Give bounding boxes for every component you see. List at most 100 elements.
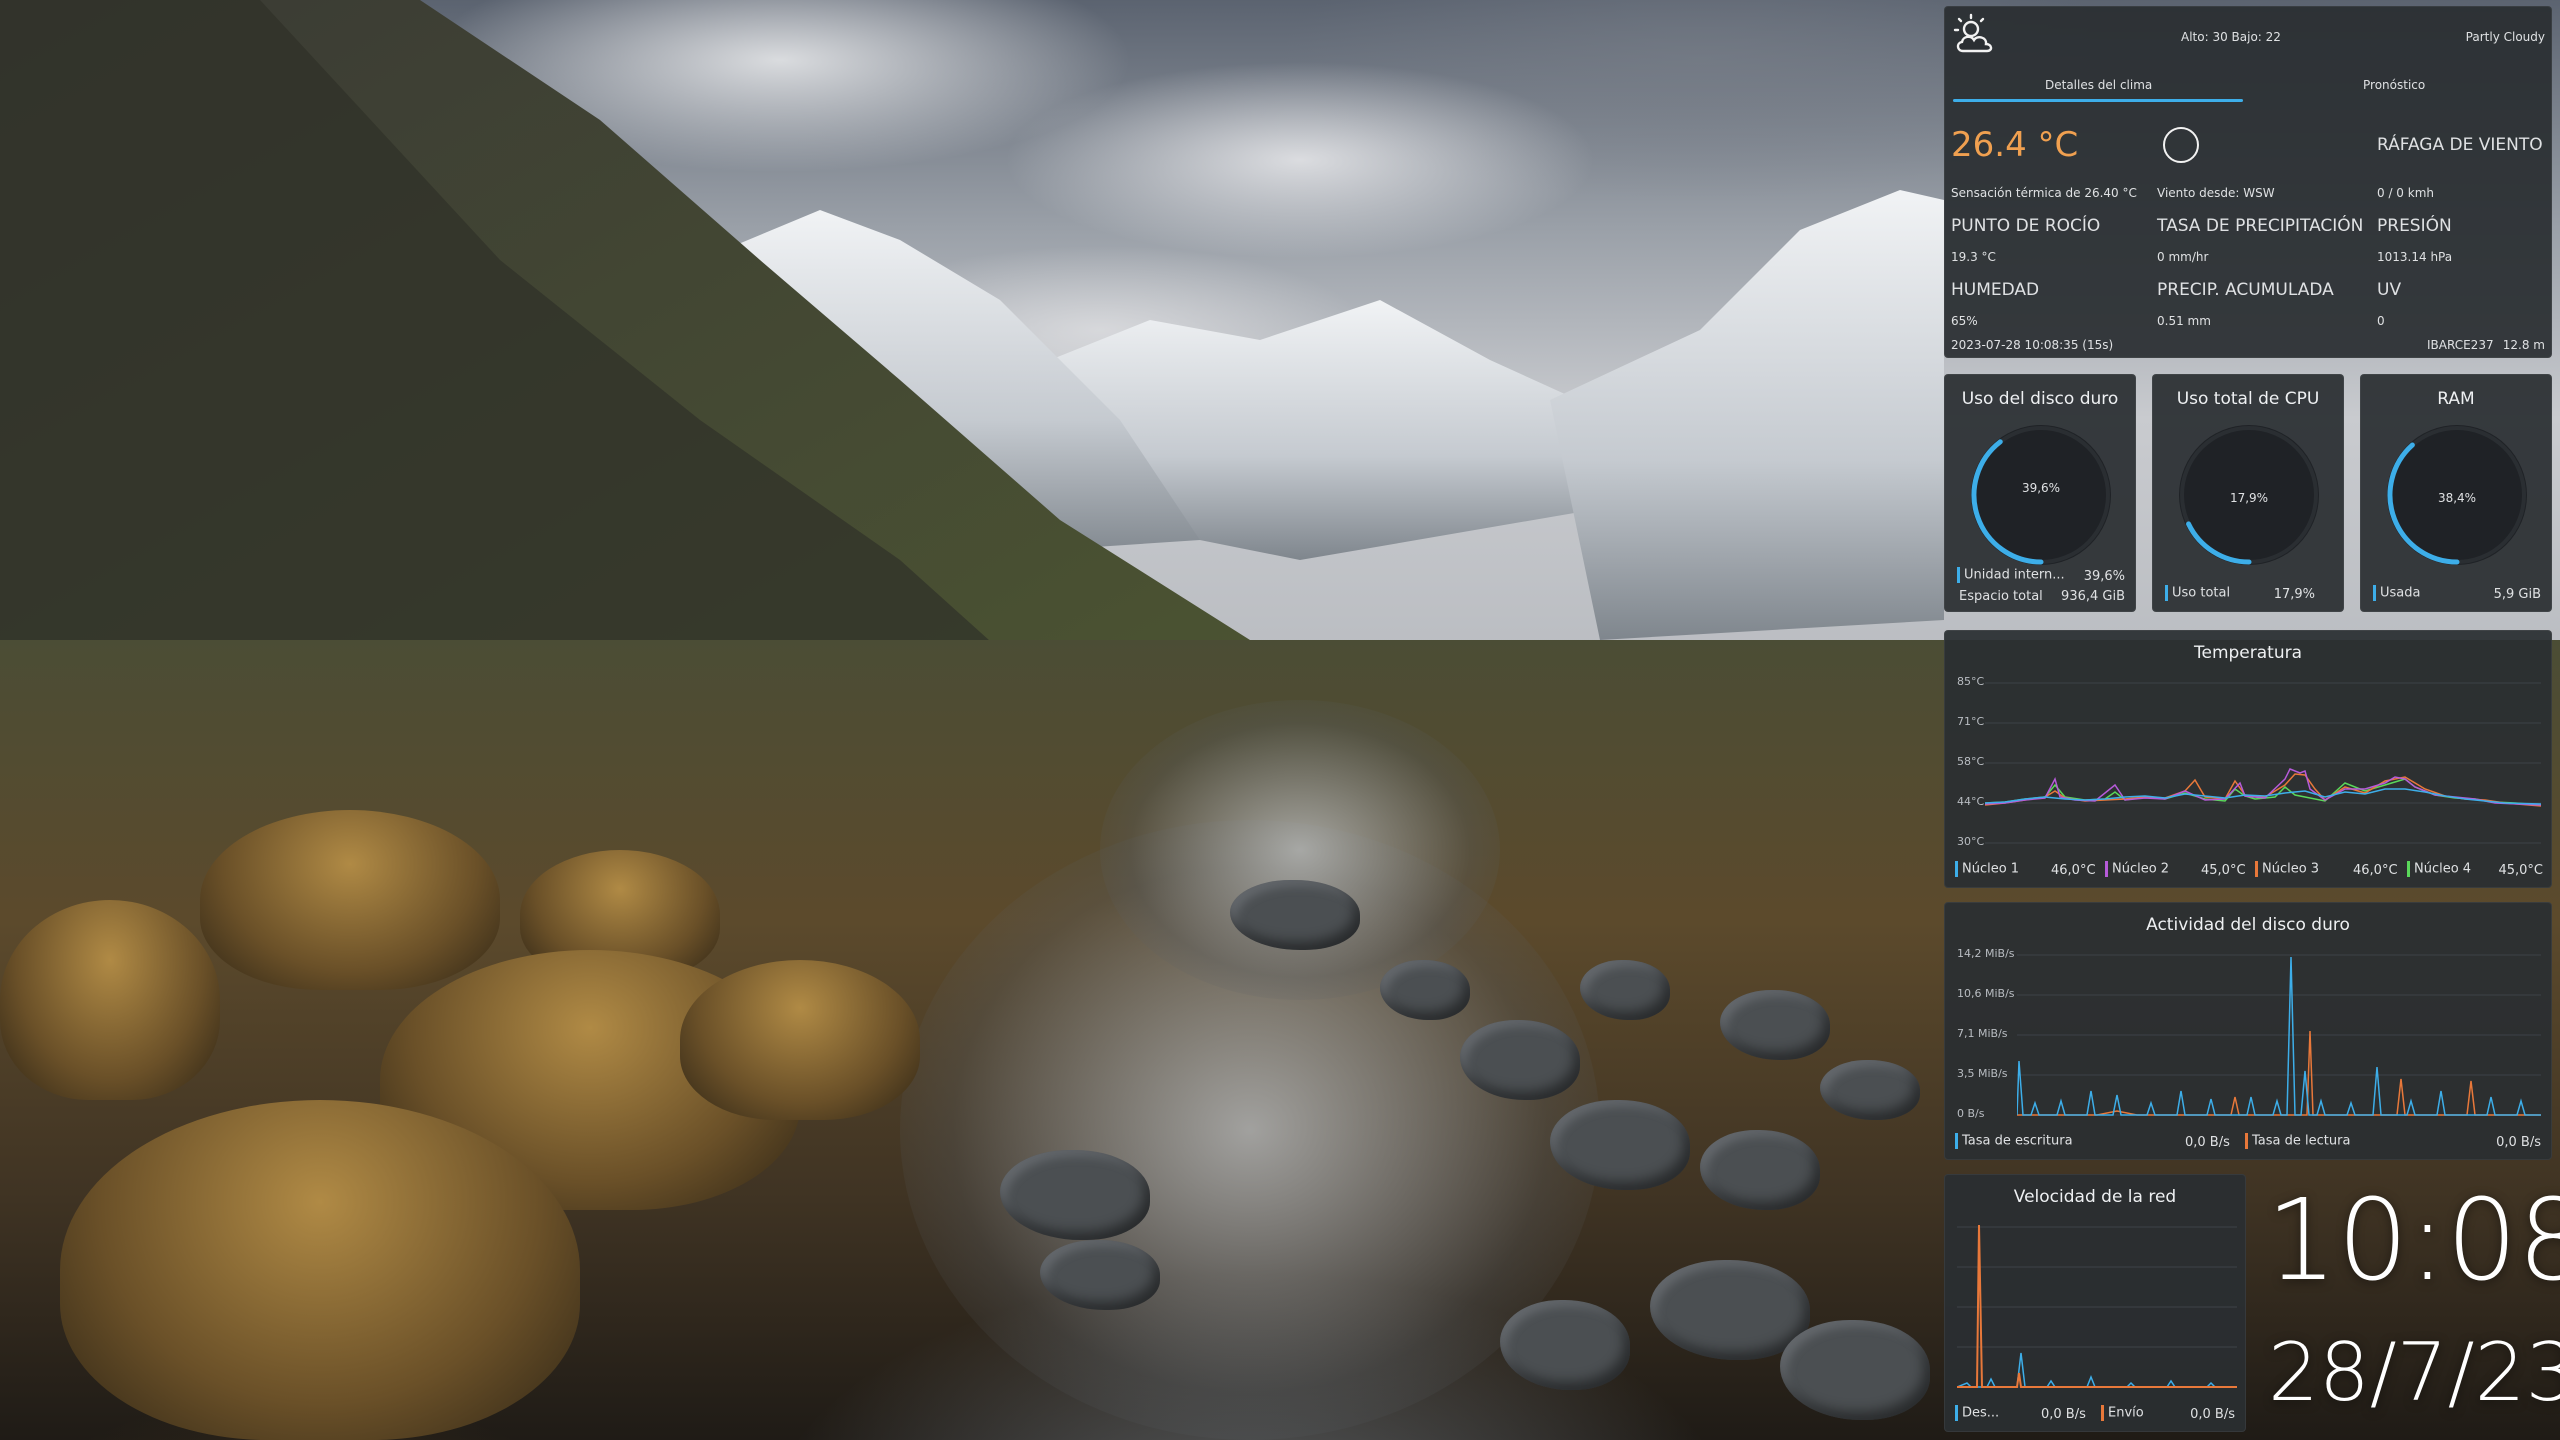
disk-activity-y-tick: 3,5 MiB/s bbox=[1957, 1067, 2008, 1080]
weather-temperature: 26.4 °C bbox=[1951, 125, 2079, 165]
legend-color-mark bbox=[2255, 861, 2258, 877]
weather-high-low: Alto: 30 Bajo: 22 bbox=[2181, 30, 2281, 44]
legend-color-mark bbox=[1955, 1133, 1958, 1149]
wind-direction-icon bbox=[2163, 127, 2199, 163]
legend-color-mark bbox=[2245, 1133, 2248, 1149]
legend-color-mark bbox=[2165, 585, 2168, 601]
disk-activity-plot bbox=[2017, 954, 2541, 1116]
uv-label: UV bbox=[2377, 280, 2402, 300]
ram-title: RAM bbox=[2437, 389, 2475, 409]
disk-drive-value: 39,6% bbox=[2083, 569, 2125, 584]
legend-label: Des... bbox=[1962, 1405, 2000, 1421]
temperature-y-tick: 44°C bbox=[1957, 795, 1985, 808]
network-upload-series bbox=[1957, 1224, 2237, 1388]
pressure-value: 1013.14 hPa bbox=[2377, 250, 2453, 264]
clock-date: 28/7/23 bbox=[2268, 1326, 2560, 1419]
clock-time: 10:08 bbox=[2266, 1176, 2560, 1306]
disk-total-label: Espacio total bbox=[1959, 589, 2043, 604]
disk-activity-y-tick: 10,6 MiB/s bbox=[1957, 987, 2015, 1000]
disk-activity-y-tick: 0 B/s bbox=[1957, 1107, 1985, 1120]
disk-activity-y-tick: 7,1 MiB/s bbox=[1957, 1027, 2008, 1040]
legend-color-mark bbox=[1957, 567, 1960, 583]
disk-activity-legend-read: Tasa de lectura bbox=[2245, 1133, 2350, 1149]
ram-used-value: 5,9 GiB bbox=[2493, 587, 2541, 602]
temperature-plot bbox=[1985, 682, 2541, 844]
temperature-legend-core4: Núcleo 4 bbox=[2407, 861, 2471, 877]
temperature-legend-core2: Núcleo 2 bbox=[2105, 861, 2169, 877]
tab-weather-details[interactable]: Detalles del clima bbox=[2045, 78, 2152, 92]
legend-label: Núcleo 2 bbox=[2112, 861, 2170, 877]
legend-color-mark bbox=[2105, 861, 2108, 877]
disk-activity-y-tick: 14,2 MiB/s bbox=[1957, 947, 2015, 960]
network-value-upload: 0,0 B/s bbox=[2190, 1407, 2235, 1422]
dew-point-label: PUNTO DE ROCÍO bbox=[1951, 216, 2101, 236]
disk-activity-chart-title: Actividad del disco duro bbox=[2146, 915, 2350, 935]
temperature-chart-title: Temperatura bbox=[2193, 643, 2303, 663]
weather-condition: Partly Cloudy bbox=[2465, 30, 2545, 44]
ram-used-row: Usada bbox=[2373, 585, 2420, 601]
legend-color-mark bbox=[2407, 861, 2410, 877]
uv-value: 0 bbox=[2377, 314, 2385, 328]
temperature-widget[interactable]: Temperatura 85°C 71°C 58°C 44°C 30°C Núc… bbox=[1944, 630, 2552, 888]
wallpaper-grass bbox=[680, 960, 920, 1120]
network-download-series bbox=[1957, 1352, 2237, 1388]
network-speed-widget[interactable]: Velocidad de la red Des... 0,0 B/s Envío… bbox=[1944, 1174, 2246, 1432]
disk-drive-label: Unidad intern... bbox=[1964, 567, 2065, 583]
disk-activity-legend-write: Tasa de escritura bbox=[1955, 1133, 2073, 1149]
cpu-usage-percent: 17,9% bbox=[2229, 491, 2269, 505]
legend-color-mark bbox=[2373, 585, 2376, 601]
legend-color-mark bbox=[1955, 861, 1958, 877]
disk-activity-widget[interactable]: Actividad del disco duro 14,2 MiB/s 10,6… bbox=[1944, 902, 2552, 1160]
cpu-usage-widget[interactable]: Uso total de CPU 17,9% Uso total 17,9% bbox=[2152, 374, 2344, 612]
legend-label: Núcleo 1 bbox=[1962, 861, 2020, 877]
disk-total-value: 936,4 GiB bbox=[2061, 589, 2125, 604]
weather-station[interactable]: IBARCE237 bbox=[2427, 338, 2494, 352]
legend-label: Tasa de lectura bbox=[2252, 1133, 2351, 1149]
cpu-total-value: 17,9% bbox=[2273, 587, 2315, 602]
temperature-series-core3 bbox=[1985, 773, 2541, 807]
disk-usage-widget[interactable]: Uso del disco duro 39,6% Unidad intern..… bbox=[1944, 374, 2136, 612]
temperature-series-core4 bbox=[1985, 778, 2541, 806]
weather-timestamp: 2023-07-28 10:08:35 (15s) bbox=[1951, 338, 2114, 352]
network-legend-download: Des... bbox=[1955, 1405, 1999, 1421]
legend-color-mark bbox=[1955, 1405, 1958, 1421]
temperature-y-tick: 58°C bbox=[1957, 755, 1985, 768]
disk-usage-title: Uso del disco duro bbox=[1961, 389, 2119, 409]
active-tab-indicator bbox=[1953, 99, 2243, 102]
legend-label: Núcleo 3 bbox=[2262, 861, 2320, 877]
dew-point-value: 19.3 °C bbox=[1951, 250, 1996, 264]
temperature-y-tick: 85°C bbox=[1957, 675, 1985, 688]
cpu-usage-row: Uso total bbox=[2165, 585, 2230, 601]
ram-percent: 38,4% bbox=[2437, 491, 2477, 505]
cpu-usage-title: Uso total de CPU bbox=[2176, 389, 2320, 409]
precip-accum-label: PRECIP. ACUMULADA bbox=[2157, 280, 2334, 300]
ram-widget[interactable]: RAM 38,4% Usada 5,9 GiB bbox=[2360, 374, 2552, 612]
network-legend-upload: Envío bbox=[2101, 1405, 2144, 1421]
weather-elevation: 12.8 m bbox=[2502, 338, 2545, 352]
tab-forecast[interactable]: Pronóstico bbox=[2363, 78, 2425, 92]
temperature-value-core4: 45,0°C bbox=[2498, 863, 2543, 878]
wallpaper-grass bbox=[60, 1100, 580, 1440]
cpu-total-label: Uso total bbox=[2172, 585, 2231, 601]
temperature-y-tick: 71°C bbox=[1957, 715, 1985, 728]
temperature-legend-core3: Núcleo 3 bbox=[2255, 861, 2319, 877]
disk-activity-value-read: 0,0 B/s bbox=[2496, 1135, 2541, 1150]
disk-write-series bbox=[2017, 956, 2541, 1116]
disk-usage-row-drive: Unidad intern... bbox=[1957, 567, 2065, 583]
temperature-value-core1: 46,0°C bbox=[2051, 863, 2096, 878]
weather-widget[interactable]: Alto: 30 Bajo: 22 Partly Cloudy Detalles… bbox=[1944, 6, 2552, 358]
temperature-legend-core1: Núcleo 1 bbox=[1955, 861, 2019, 877]
precip-accum-value: 0.51 mm bbox=[2157, 314, 2211, 328]
disk-activity-value-write: 0,0 B/s bbox=[2185, 1135, 2230, 1150]
pressure-label: PRESIÓN bbox=[2377, 216, 2452, 236]
partly-cloudy-icon bbox=[1953, 13, 1993, 53]
wallpaper-stream-upper bbox=[1100, 700, 1500, 1000]
temperature-y-tick: 30°C bbox=[1957, 835, 1985, 848]
humidity-label: HUMEDAD bbox=[1951, 280, 2040, 300]
legend-label: Envío bbox=[2108, 1405, 2144, 1421]
network-plot bbox=[1957, 1224, 2237, 1388]
wallpaper-grass bbox=[0, 900, 220, 1100]
temperature-series-core1 bbox=[1985, 788, 2541, 805]
network-chart-title: Velocidad de la red bbox=[2013, 1187, 2177, 1207]
legend-label: Núcleo 4 bbox=[2414, 861, 2472, 877]
